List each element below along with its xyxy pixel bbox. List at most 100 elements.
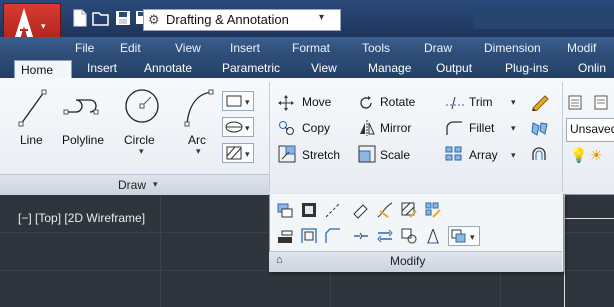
tab-output[interactable]: Output xyxy=(436,61,472,75)
fillet-dropdown-icon[interactable]: ▾ xyxy=(511,123,516,134)
pin-icon[interactable]: ⌂ xyxy=(276,254,283,266)
menu-draw[interactable]: Draw xyxy=(424,41,452,55)
menu-format[interactable]: Format xyxy=(292,41,330,55)
viewport-controls-label[interactable]: [−] [Top] [2D Wireframe] xyxy=(18,211,145,225)
lengthen-icon[interactable] xyxy=(424,227,442,248)
menu-insert[interactable]: Insert xyxy=(230,41,260,55)
array-icon[interactable] xyxy=(445,146,463,165)
erase-icon[interactable] xyxy=(352,201,370,222)
rotate-icon[interactable] xyxy=(358,95,374,114)
open-icon[interactable] xyxy=(92,9,110,27)
hatch-button[interactable]: ▾ xyxy=(222,143,254,163)
move-icon[interactable] xyxy=(278,95,294,114)
crosshair-line xyxy=(564,218,614,219)
erase-icon[interactable] xyxy=(530,93,550,114)
circle-dropdown-icon[interactable]: ▾ xyxy=(139,146,144,157)
layer-properties-icon[interactable] xyxy=(566,92,586,112)
array-label[interactable]: Array xyxy=(469,148,498,162)
draw-panel-chevron-icon[interactable]: ▾ xyxy=(153,179,158,190)
draw-polyline-label[interactable]: Polyline xyxy=(62,133,104,147)
tab-manage[interactable]: Manage xyxy=(368,61,411,75)
chevron-down-icon[interactable]: ▾ xyxy=(319,12,324,23)
application-menu-chevron-icon: ▾ xyxy=(41,21,46,31)
menu-dimension[interactable]: Dimension xyxy=(484,41,541,55)
title-area xyxy=(474,9,614,29)
break-icon[interactable] xyxy=(300,227,318,248)
modify-panel-title[interactable]: Modify xyxy=(390,254,425,268)
reverse-icon[interactable] xyxy=(376,227,394,248)
svg-text:▾: ▾ xyxy=(245,149,250,159)
menu-file[interactable]: File xyxy=(75,41,94,55)
trim-dropdown-icon[interactable]: ▾ xyxy=(511,97,516,108)
tab-annotate[interactable]: Annotate xyxy=(144,61,192,75)
arc-dropdown-icon[interactable]: ▾ xyxy=(196,146,201,157)
layer-state-label: Unsaved xyxy=(570,122,614,136)
scale-label[interactable]: Scale xyxy=(380,148,410,162)
svg-text:▾: ▾ xyxy=(470,232,475,242)
tab-parametric[interactable]: Parametric xyxy=(222,61,280,75)
draworder-icon[interactable] xyxy=(276,201,294,222)
mirror-icon[interactable] xyxy=(358,120,376,139)
save-icon[interactable] xyxy=(115,9,131,27)
gear-icon: ⚙ xyxy=(148,12,160,27)
stretch-icon[interactable] xyxy=(278,145,296,166)
polyline-icon[interactable] xyxy=(62,88,102,121)
explode-icon[interactable] xyxy=(530,119,550,140)
fillet-label[interactable]: Fillet xyxy=(469,121,494,135)
circle-icon[interactable] xyxy=(122,86,162,129)
svg-text:▾: ▾ xyxy=(245,123,250,133)
draw-panel-title[interactable]: Draw xyxy=(118,178,146,192)
copy-clip-icon[interactable] xyxy=(300,201,318,222)
join-icon[interactable] xyxy=(352,227,370,248)
crosshair-line xyxy=(564,195,565,307)
draw-arc-label[interactable]: Arc xyxy=(188,133,206,147)
menu-view[interactable]: View xyxy=(175,41,201,55)
draw-line-label[interactable]: Line xyxy=(20,133,43,147)
edit-array-icon[interactable] xyxy=(424,201,442,222)
arc-icon[interactable] xyxy=(184,86,214,131)
trim-label[interactable]: Trim xyxy=(469,95,493,109)
ellipse-button[interactable]: ▾ xyxy=(222,117,254,137)
sun-icon[interactable]: ☀ xyxy=(590,147,603,164)
tab-plugins[interactable]: Plug-ins xyxy=(505,61,548,75)
set-by-layer-icon[interactable] xyxy=(400,227,418,248)
menu-modify[interactable]: Modif xyxy=(567,41,596,55)
rotate-label[interactable]: Rotate xyxy=(380,95,415,109)
draworder-dropdown-button[interactable]: ▾ xyxy=(448,226,480,246)
tab-online[interactable]: Onlin xyxy=(578,61,606,75)
draw-circle-label[interactable]: Circle xyxy=(124,133,155,147)
line-icon[interactable] xyxy=(18,86,48,131)
scale-icon[interactable] xyxy=(358,145,376,166)
fillet-icon[interactable] xyxy=(445,120,463,139)
menu-tools[interactable]: Tools xyxy=(362,41,390,55)
align-icon[interactable] xyxy=(276,227,294,248)
tab-insert[interactable]: Insert xyxy=(87,61,117,75)
panel-divider xyxy=(562,82,563,192)
menu-edit[interactable]: Edit xyxy=(120,41,141,55)
copy-label[interactable]: Copy xyxy=(302,121,330,135)
workspace-label: Drafting & Annotation xyxy=(166,12,289,27)
array-dropdown-icon[interactable]: ▾ xyxy=(511,150,516,161)
tab-home-label: Home xyxy=(21,63,54,77)
move-label[interactable]: Move xyxy=(302,95,331,109)
workspace-dropdown[interactable]: ⚙ Drafting & Annotation xyxy=(143,9,341,31)
offset-icon[interactable] xyxy=(530,145,550,166)
lightbulb-icon[interactable]: 💡 xyxy=(570,147,587,164)
svg-text:▾: ▾ xyxy=(245,97,250,107)
new-icon[interactable] xyxy=(72,9,88,27)
stretch-label[interactable]: Stretch xyxy=(302,148,340,162)
layer-state-dropdown[interactable]: Unsaved xyxy=(566,118,614,142)
customize-qat-icon[interactable]: ▾ xyxy=(330,10,336,23)
edit-polyline-icon[interactable] xyxy=(376,201,394,222)
edit-hatch-icon[interactable] xyxy=(400,201,418,222)
chamfer-icon[interactable] xyxy=(324,227,342,248)
grid-line xyxy=(160,195,161,307)
layer-states-icon[interactable] xyxy=(592,92,612,112)
tab-view[interactable]: View xyxy=(311,61,337,75)
rectangle-button[interactable]: ▾ xyxy=(222,91,254,111)
break-at-point-icon[interactable] xyxy=(324,201,342,222)
trim-icon[interactable] xyxy=(445,95,465,114)
mirror-label[interactable]: Mirror xyxy=(380,121,411,135)
copy-icon[interactable] xyxy=(278,120,296,139)
panel-divider xyxy=(269,82,270,192)
